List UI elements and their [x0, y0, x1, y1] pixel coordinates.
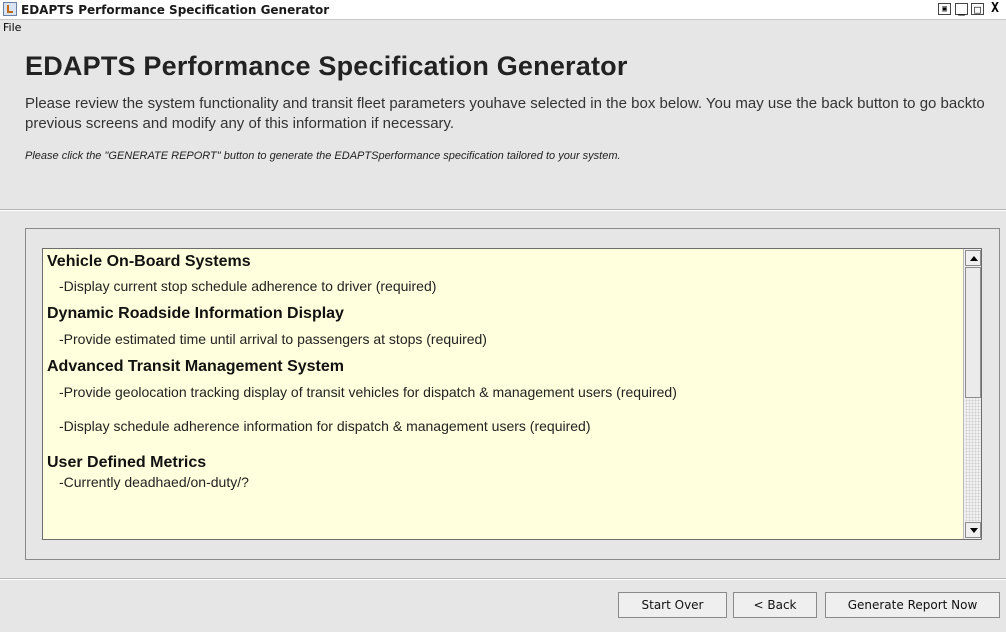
- menu-file[interactable]: File: [3, 21, 21, 34]
- vertical-scrollbar[interactable]: [963, 249, 981, 539]
- start-over-button[interactable]: Start Over: [618, 592, 727, 618]
- page-title: EDAPTS Performance Specification Generat…: [25, 51, 628, 81]
- section-item: -Provide estimated time until arrival to…: [59, 331, 487, 347]
- arrow-down-icon: [970, 528, 978, 533]
- menu-bar: File: [0, 20, 1006, 35]
- section-title: Advanced Transit Management System: [47, 358, 344, 375]
- window-title: EDAPTS Performance Specification Generat…: [21, 3, 330, 17]
- section-item: -Display current stop schedule adherence…: [59, 278, 437, 294]
- scrollbar-thumb[interactable]: [965, 267, 981, 398]
- restore-button[interactable]: ▣: [938, 3, 951, 15]
- close-button[interactable]: X: [988, 2, 1002, 15]
- summary-content: Vehicle On-Board Systems -Display curren…: [47, 252, 963, 491]
- section-title: User Defined Metrics: [47, 454, 207, 471]
- java-cup-icon: [3, 2, 17, 16]
- arrow-up-icon: [970, 256, 978, 261]
- section-item: -Display schedule adherence information …: [59, 418, 591, 434]
- back-button[interactable]: < Back: [733, 592, 817, 618]
- scroll-down-button[interactable]: [965, 522, 981, 538]
- generate-report-button[interactable]: Generate Report Now: [825, 592, 1000, 618]
- section-item: -Provide geolocation tracking display of…: [59, 384, 677, 400]
- scroll-up-button[interactable]: [965, 250, 981, 266]
- title-bar[interactable]: EDAPTS Performance Specification Generat…: [0, 0, 1006, 20]
- footer-divider: [0, 578, 1006, 580]
- section-title: Dynamic Roadside Information Display: [47, 305, 344, 322]
- page-description: Please review the system functionality a…: [25, 95, 985, 132]
- header-divider: [0, 209, 1006, 211]
- section-item: -Currently deadhaed/on-duty/?: [59, 474, 249, 490]
- summary-list[interactable]: Vehicle On-Board Systems -Display curren…: [42, 248, 982, 540]
- app-window: EDAPTS Performance Specification Generat…: [0, 0, 1006, 632]
- minimize-button[interactable]: _: [955, 3, 968, 16]
- maximize-button[interactable]: □: [971, 3, 984, 16]
- generate-note: Please click the "GENERATE REPORT" butto…: [25, 150, 621, 162]
- section-title: Vehicle On-Board Systems: [47, 253, 251, 270]
